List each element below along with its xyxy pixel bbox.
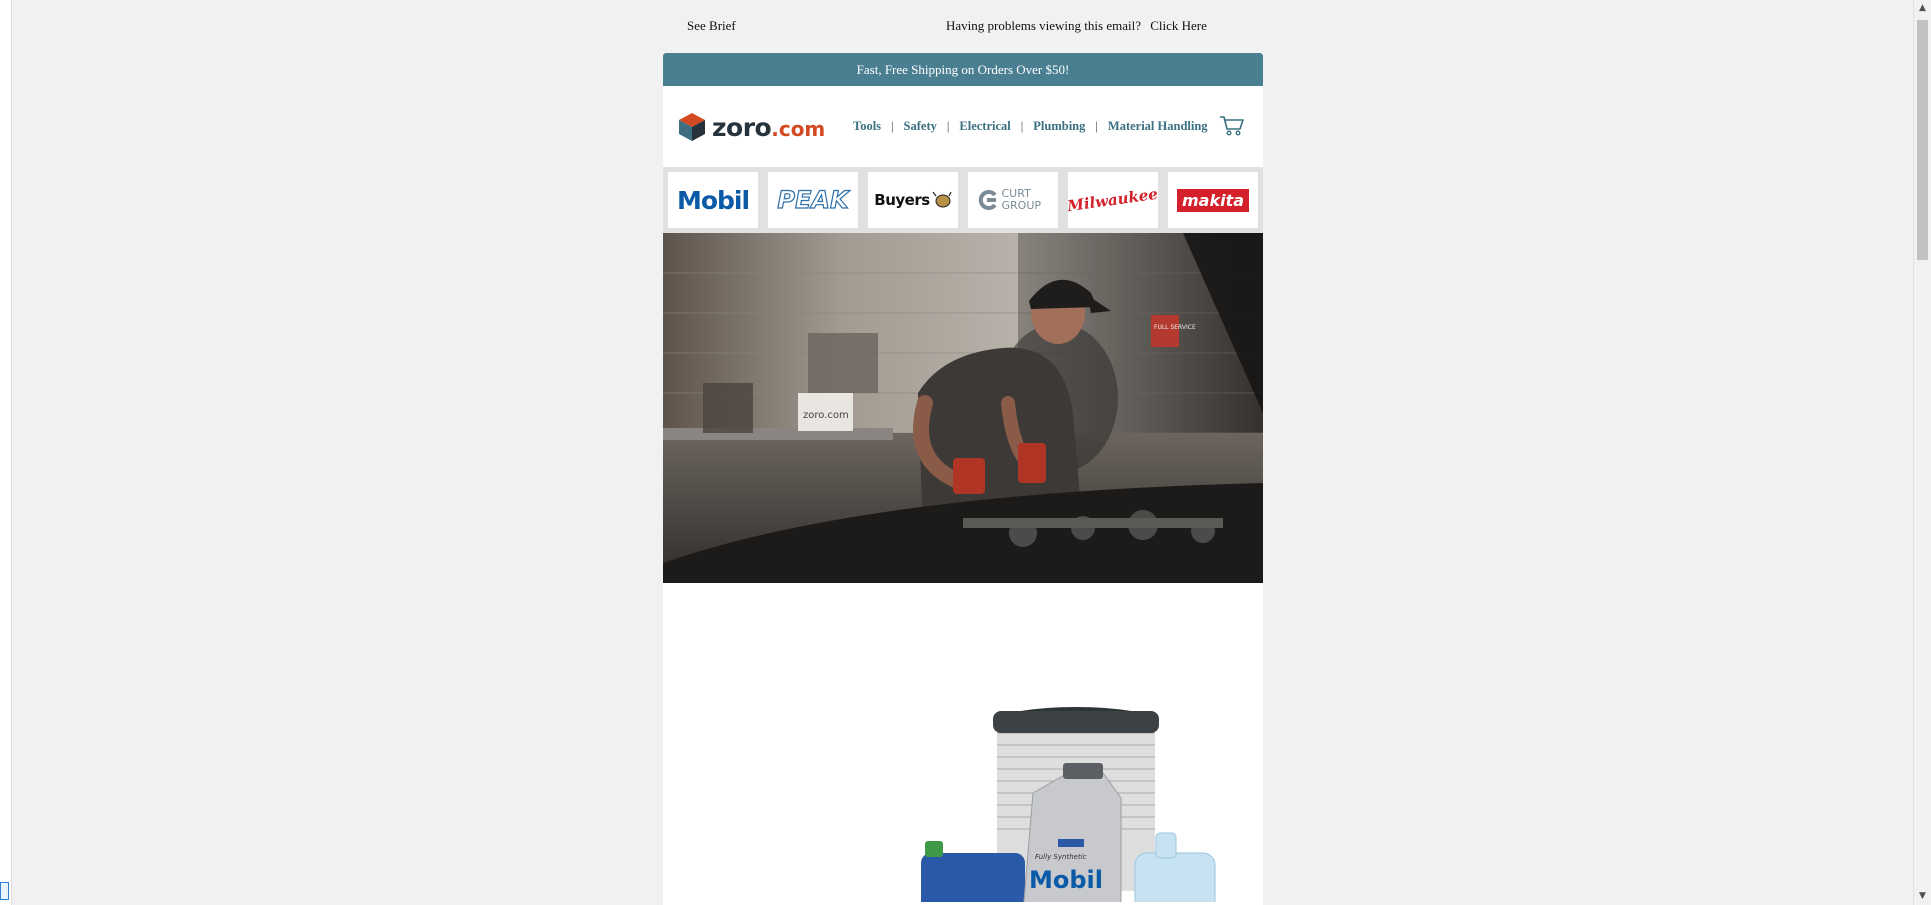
full-service-sign xyxy=(1151,315,1179,347)
full-service-sign-label: FULL SERVICE xyxy=(1154,324,1196,331)
left-edge-strip xyxy=(0,0,12,905)
nav-separator: | xyxy=(891,119,894,133)
view-problems-text: Having problems viewing this email? Clic… xyxy=(946,18,1207,34)
vertical-scrollbar[interactable]: ▲ ▼ xyxy=(1913,0,1931,905)
scrollbar-thumb[interactable] xyxy=(1917,20,1928,260)
brand-peak[interactable]: PEAK xyxy=(768,172,858,228)
buyers-bull-icon xyxy=(932,191,952,208)
pre-header: See Brief Having problems viewing this e… xyxy=(0,18,1931,36)
brand-peak-label: PEAK xyxy=(777,185,849,214)
nav-separator: | xyxy=(946,119,950,133)
nav-separator: | xyxy=(1095,119,1098,133)
nav-item-tools[interactable]: Tools xyxy=(853,119,881,134)
drill-right xyxy=(1018,443,1046,483)
bottle-brand-label: Mobil xyxy=(1029,866,1103,894)
cart-icon[interactable] xyxy=(1219,115,1245,142)
logo-name: zoro xyxy=(712,112,772,142)
brand-milwaukee-label: Milwaukee xyxy=(1068,184,1158,216)
mechanic-photo: zoro.com FULL SERVICE xyxy=(663,233,1263,583)
nav-separator: | xyxy=(1020,119,1024,133)
see-brief-link[interactable]: See Brief xyxy=(687,18,736,34)
scroll-up-arrow-icon[interactable]: ▲ xyxy=(1914,0,1931,17)
brand-curt-group-label: CURT GROUP xyxy=(1001,187,1042,212)
hero-mechanic-image[interactable]: zoro.com FULL SERVICE xyxy=(663,233,1263,583)
drill-left xyxy=(953,458,985,494)
brand-makita[interactable]: makita xyxy=(1168,172,1258,228)
brand-mobil-label: Mobil xyxy=(676,185,750,215)
shipping-promo-banner[interactable]: Fast, Free Shipping on Orders Over $50! xyxy=(663,53,1263,86)
view-problems-label: Having problems viewing this email? xyxy=(946,18,1141,33)
nav-item-plumbing[interactable]: Plumbing xyxy=(1033,119,1085,134)
products-image-section[interactable]: Fully Synthetic Mobil xyxy=(663,583,1263,905)
brand-logo-strip: Mobil PEAK Buyers CURT GROUP Milwaukee m… xyxy=(663,167,1263,233)
zoro-logo[interactable]: zoro.com xyxy=(678,111,825,143)
click-here-link[interactable]: Click Here xyxy=(1150,18,1207,33)
bottle-caption: Fully Synthetic xyxy=(1035,853,1087,861)
logo-wordmark: zoro.com xyxy=(712,113,825,142)
brand-curt-group[interactable]: CURT GROUP xyxy=(968,172,1058,228)
brand-buyers-label: Buyers xyxy=(874,191,930,209)
logo-suffix: .com xyxy=(771,116,826,141)
brand-milwaukee[interactable]: Milwaukee xyxy=(1068,172,1158,228)
brand-buyers[interactable]: Buyers xyxy=(868,172,958,228)
category-nav: Tools | Safety | Electrical | Plumbing |… xyxy=(853,119,1208,134)
brand-mobil[interactable]: Mobil xyxy=(668,172,758,228)
zoro-box-label: zoro.com xyxy=(803,410,849,421)
email-header: zoro.com Tools | Safety | Electrical | P… xyxy=(663,86,1263,167)
email-container: Fast, Free Shipping on Orders Over $50! … xyxy=(663,53,1263,905)
curt-group-mark-icon xyxy=(978,190,997,210)
auto-products-photo: Fully Synthetic Mobil xyxy=(921,707,1216,905)
nav-item-material-handling[interactable]: Material Handling xyxy=(1108,119,1208,134)
nav-item-safety[interactable]: Safety xyxy=(904,119,937,134)
brand-makita-label: makita xyxy=(1176,188,1250,212)
scroll-down-arrow-icon[interactable]: ▼ xyxy=(1914,888,1931,905)
zoro-cube-icon xyxy=(679,113,705,141)
nav-item-electrical[interactable]: Electrical xyxy=(959,119,1010,134)
left-edge-indicator xyxy=(0,882,9,900)
